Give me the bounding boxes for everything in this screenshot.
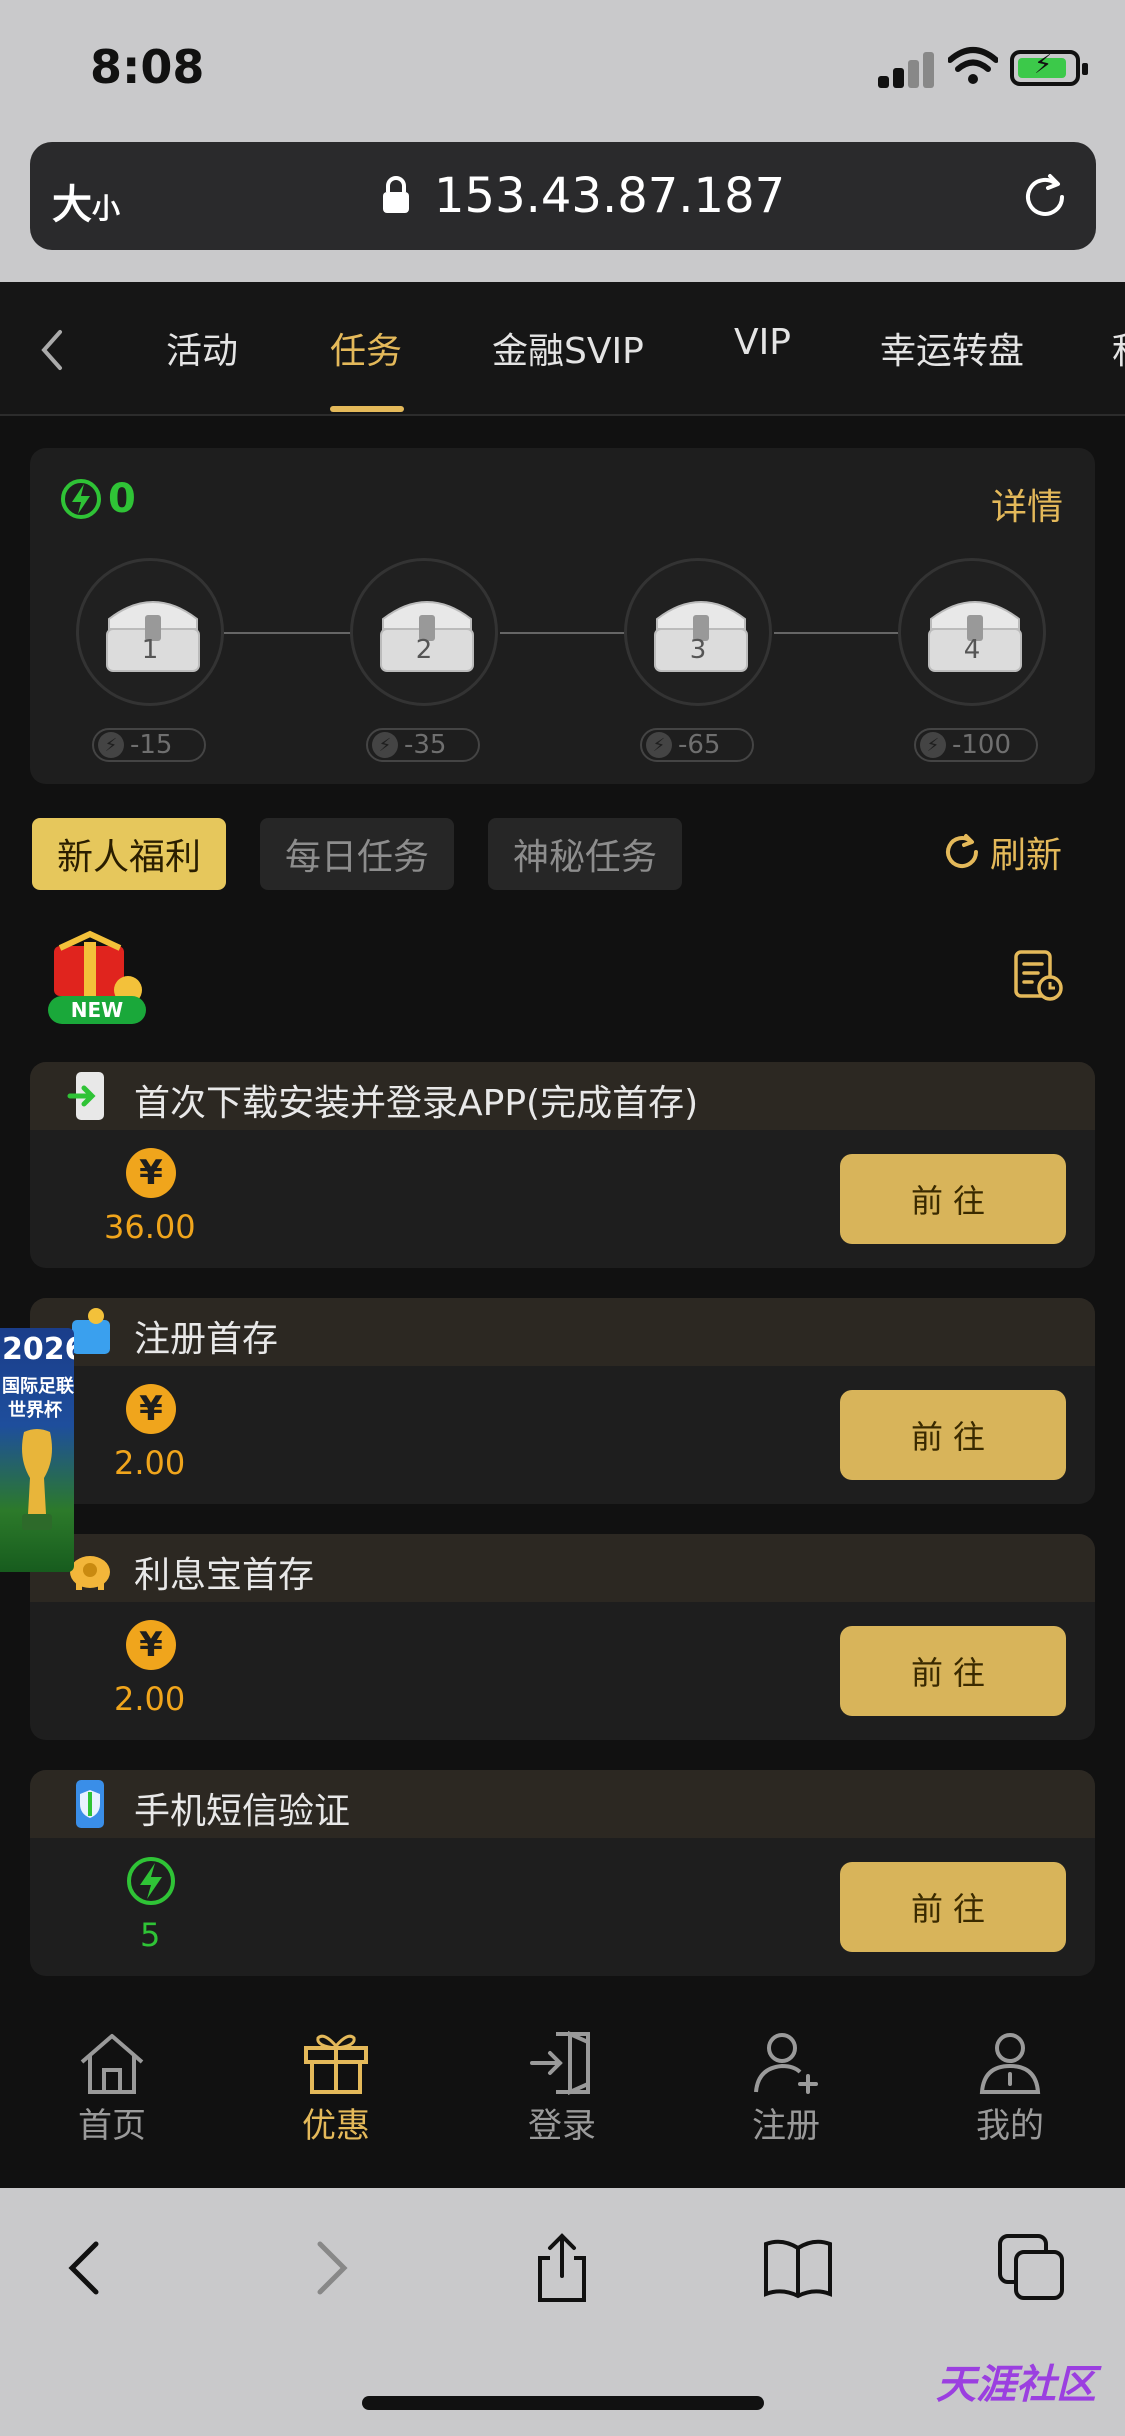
task-reward: 36.00	[104, 1208, 196, 1246]
svg-text:NEW: NEW	[71, 998, 123, 1022]
tab-vip[interactable]: VIP	[734, 322, 791, 363]
refresh-button[interactable]: 刷新	[940, 826, 1062, 878]
gift-icon	[304, 2034, 368, 2094]
energy-value: 0	[108, 476, 136, 522]
chest-2[interactable]: 2	[350, 558, 498, 706]
watermark: 天涯社区	[936, 2362, 1096, 2408]
add-user-icon	[754, 2033, 818, 2094]
task-title: 手机短信验证	[134, 1791, 351, 1832]
chest-number: 4	[963, 635, 981, 665]
trophy-icon	[22, 1429, 52, 1530]
home-icon	[80, 2034, 144, 2094]
chest-3[interactable]: 3	[624, 558, 772, 706]
tabs-icon[interactable]	[996, 2232, 1068, 2304]
chest-cost-4: ⚡ -100	[914, 728, 1038, 762]
reload-icon[interactable]	[1018, 170, 1072, 224]
task-reward: 2.00	[114, 1680, 186, 1718]
energy-icon: ⚡	[98, 732, 124, 758]
chest-number: 1	[141, 635, 159, 665]
share-icon[interactable]	[526, 2232, 598, 2304]
nav-login[interactable]: 登录	[502, 2030, 622, 2147]
url-text[interactable]: 153.43.87.187	[434, 168, 785, 224]
forward-icon[interactable]	[292, 2232, 364, 2304]
chevron-left-icon[interactable]	[32, 322, 72, 378]
chest-4[interactable]: 4	[898, 558, 1046, 706]
chest-number: 2	[415, 635, 433, 665]
new-gift-badge: NEW	[48, 930, 146, 1024]
tab-indicator	[330, 406, 404, 412]
energy-icon	[61, 479, 101, 519]
task-reward: 2.00	[114, 1444, 186, 1482]
app-download-icon	[67, 1072, 104, 1120]
task-header: 利息宝首存	[30, 1534, 1095, 1602]
status-bar: 8:08 ⚡	[0, 0, 1125, 140]
text-size-button[interactable]: 大小	[52, 172, 120, 230]
bottom-nav: 首页 优惠 登录 注册 我的	[0, 1990, 1125, 2188]
nav-register[interactable]: 注册	[726, 2030, 846, 2147]
energy-icon: ⚡	[372, 732, 398, 758]
chest-number: 3	[689, 635, 707, 665]
worldcup-banner[interactable]: 2026 国际足联 世界杯	[0, 1328, 74, 1572]
refresh-icon	[946, 834, 978, 868]
tab-svip[interactable]: 金融SVIP	[492, 322, 644, 374]
go-button[interactable]: 前往	[840, 1862, 1066, 1952]
tab-activity[interactable]: 活动	[166, 322, 238, 374]
task-card: 手机短信验证 5 前往	[30, 1770, 1095, 1976]
task-card: 注册首存 ¥ 2.00 前往	[30, 1298, 1095, 1504]
filter-daily[interactable]: 每日任务	[260, 818, 454, 890]
chest-cost-2: ⚡ -35	[366, 728, 480, 762]
refresh-label: 刷新	[990, 835, 1063, 876]
address-bar[interactable]: 大小 153.43.87.187	[30, 142, 1096, 250]
tab-lucky-wheel[interactable]: 幸运转盘	[880, 322, 1024, 374]
tab-points[interactable]: 积	[1112, 322, 1125, 374]
back-icon[interactable]	[52, 2232, 124, 2304]
phone-shield-icon	[76, 1780, 104, 1828]
task-header: 首次下载安装并登录APP(完成首存)	[30, 1062, 1095, 1130]
task-title: 首次下载安装并登录APP(完成首存)	[134, 1083, 699, 1124]
login-icon	[530, 2030, 590, 2096]
task-card: 利息宝首存 ¥ 2.00 前往	[30, 1534, 1095, 1740]
details-link[interactable]: 详情	[991, 478, 1063, 530]
go-button[interactable]: 前往	[840, 1626, 1066, 1716]
go-button[interactable]: 前往	[840, 1390, 1066, 1480]
signal-icon	[878, 52, 934, 88]
energy-icon: ⚡	[920, 732, 946, 758]
go-button[interactable]: 前往	[840, 1154, 1066, 1244]
bookmarks-icon[interactable]	[762, 2232, 834, 2304]
task-card: 首次下载安装并登录APP(完成首存) ¥ 36.00 前往	[30, 1062, 1095, 1268]
home-indicator	[362, 2396, 764, 2410]
lock-icon	[383, 176, 409, 213]
task-record-icon[interactable]	[1010, 948, 1066, 1004]
energy-icon: ⚡	[646, 732, 672, 758]
status-time: 8:08	[90, 40, 205, 94]
coin-icon: ¥	[126, 1148, 176, 1198]
filter-newbie[interactable]: 新人福利	[32, 818, 226, 890]
chest-1[interactable]: 1	[76, 558, 224, 706]
nav-profile[interactable]: 我的	[950, 2030, 1070, 2147]
coin-icon: ¥	[126, 1620, 176, 1670]
task-title: 利息宝首存	[134, 1555, 315, 1596]
task-title: 注册首存	[134, 1319, 279, 1360]
wifi-icon	[948, 47, 998, 84]
nav-home[interactable]: 首页	[52, 2030, 172, 2147]
task-header: 手机短信验证	[30, 1770, 1095, 1838]
browser-address-area: 大小 153.43.87.187	[0, 140, 1125, 282]
chest-cost-3: ⚡ -65	[640, 728, 754, 762]
battery-icon: ⚡	[1010, 50, 1088, 86]
energy-icon	[127, 1857, 175, 1905]
task-header: 注册首存	[30, 1298, 1095, 1366]
tab-tasks[interactable]: 任务	[330, 322, 402, 374]
chest-progress-card: 0 详情 1 2 3 4 ⚡ -15 ⚡ -35 ⚡ -65 ⚡ -100	[30, 448, 1095, 784]
coin-icon: ¥	[126, 1384, 176, 1434]
energy-counter: 0	[60, 476, 136, 522]
filter-mystery[interactable]: 神秘任务	[488, 818, 682, 890]
profile-icon	[979, 2033, 1041, 2094]
nav-promotions[interactable]: 优惠	[276, 2030, 396, 2147]
task-reward: 5	[140, 1916, 161, 1954]
top-tabs: 活动 任务 金融SVIP VIP 幸运转盘 积	[0, 282, 1125, 416]
chest-cost-1: ⚡ -15	[92, 728, 206, 762]
